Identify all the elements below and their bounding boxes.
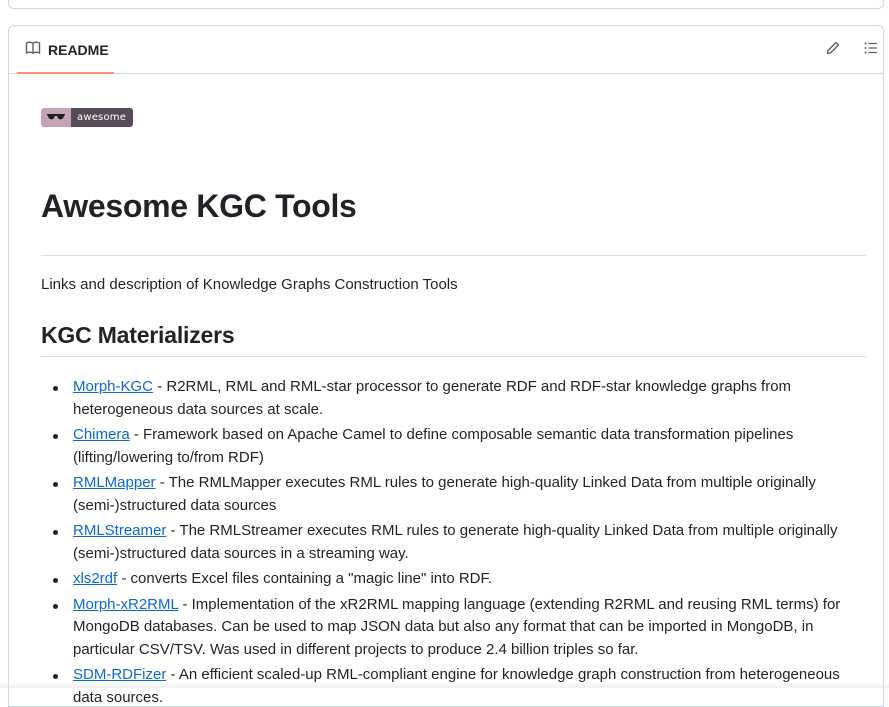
page-title: Awesome KGC Tools (41, 188, 357, 224)
book-icon (25, 40, 41, 61)
tool-link-morph-kgc[interactable]: Morph-KGC (73, 378, 153, 395)
tool-description: - R2RML, RML and RML-star processor to g… (73, 378, 792, 418)
list-item: RMLStreamer - The RMLStreamer executes R… (53, 520, 873, 565)
tool-link-rmlmapper[interactable]: RMLMapper (73, 474, 156, 491)
list-item: RMLMapper - The RMLMapper executes RML r… (53, 472, 873, 517)
badge-label: awesome (71, 108, 134, 127)
awesome-badge[interactable]: awesome (41, 108, 134, 127)
section-heading: KGC Materializers (41, 322, 235, 348)
bottom-fade (0, 682, 889, 688)
tool-link-sdm-rdfizer[interactable]: SDM-RDFizer (73, 666, 166, 683)
active-tab-underline (17, 72, 114, 74)
tool-description: - Framework based on Apache Camel to def… (73, 426, 794, 466)
readme-panel: README awesome Awesome KGC Tools Links a… (8, 25, 884, 707)
tools-list: Morph-KGC - R2RML, RML and RML-star proc… (41, 376, 873, 706)
list-item: Chimera - Framework based on Apache Came… (53, 424, 873, 469)
table-of-contents-button[interactable] (861, 40, 881, 60)
tool-link-morph-xr2rml[interactable]: Morph-xR2RML (73, 596, 178, 613)
previous-panel-bottom (8, 0, 884, 9)
tool-link-xls2rdf[interactable]: xls2rdf (73, 570, 117, 587)
readme-header: README (9, 26, 883, 74)
sunglasses-icon (46, 109, 66, 127)
readme-tab-label: README (48, 42, 109, 58)
list-icon (863, 40, 879, 61)
readme-tab[interactable]: README (17, 26, 117, 74)
tool-link-rmlstreamer[interactable]: RMLStreamer (73, 522, 166, 539)
pencil-icon (825, 40, 841, 61)
list-item: xls2rdf - converts Excel files containin… (53, 568, 873, 591)
tool-description: - The RMLStreamer executes RML rules to … (73, 522, 838, 562)
tool-description: - converts Excel files containing a "mag… (117, 570, 493, 587)
tool-link-chimera[interactable]: Chimera (73, 426, 130, 443)
edit-readme-button[interactable] (823, 40, 843, 60)
list-item: Morph-xR2RML - Implementation of the xR2… (53, 594, 873, 662)
section-divider (41, 356, 867, 357)
title-divider (41, 255, 867, 256)
page-description: Links and description of Knowledge Graph… (41, 276, 458, 293)
list-item: Morph-KGC - R2RML, RML and RML-star proc… (53, 376, 873, 421)
tool-description: - The RMLMapper executes RML rules to ge… (73, 474, 816, 514)
tool-description: - Implementation of the xR2RML mapping l… (73, 595, 841, 658)
